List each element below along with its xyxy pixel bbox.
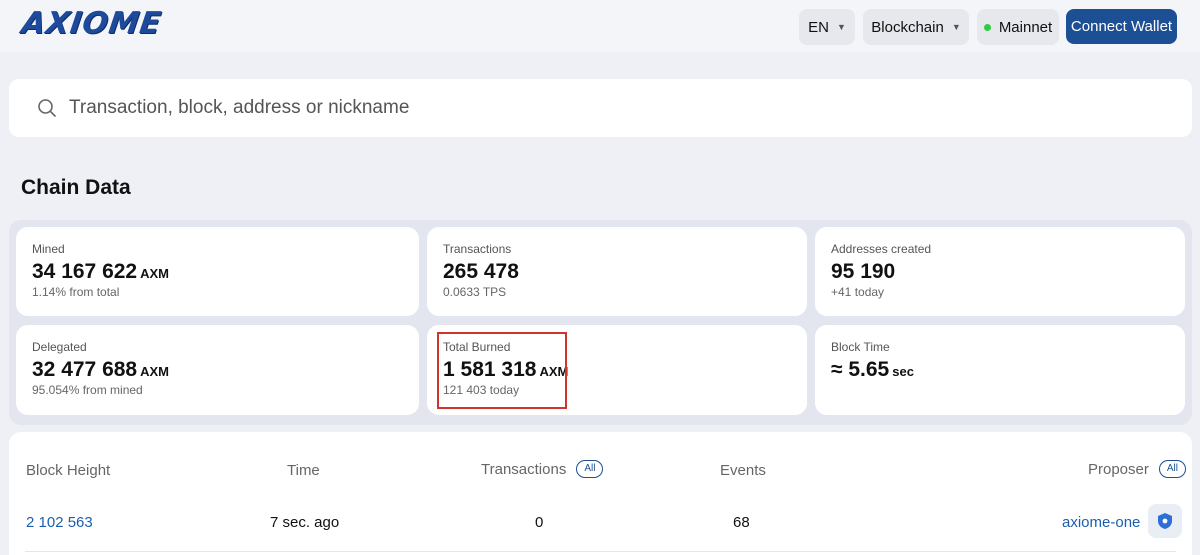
block-transactions-count: 0: [535, 514, 544, 531]
block-events-count: 68: [733, 514, 750, 531]
network-selector[interactable]: Mainnet: [977, 9, 1059, 45]
blockchain-menu[interactable]: Blockchain ▼: [863, 9, 969, 45]
stat-sub: 1.14% from total: [32, 285, 120, 299]
stat-label: Block Time: [831, 340, 890, 354]
stat-sub: 0.0633 TPS: [443, 285, 507, 299]
column-header-block-height: Block Height: [26, 462, 111, 479]
stat-sub: 95.054% from mined: [32, 383, 143, 397]
network-status-dot-icon: [983, 23, 991, 31]
stat-value: 32 477 688 AXM: [32, 358, 169, 381]
search-bar[interactable]: [9, 79, 1192, 137]
block-time: 7 sec. ago: [270, 514, 340, 531]
column-header-events: Events: [720, 462, 766, 479]
language-selector[interactable]: EN ▼: [799, 9, 855, 45]
stat-value: 95 190: [831, 260, 896, 283]
stat-value: ≈ 5.65 sec: [831, 358, 914, 381]
stat-sub: +41 today: [831, 285, 885, 299]
stat-label: Transactions: [443, 242, 512, 256]
proposer-link[interactable]: axiome-one: [1062, 514, 1140, 531]
axiome-logo[interactable]: AXIOME: [20, 6, 164, 41]
stat-label: Mined: [32, 242, 65, 256]
proposer-filter-all-button[interactable]: All: [1158, 460, 1186, 478]
stat-card-mined: Mined 34 167 622 AXM 1.14% from total: [16, 227, 419, 316]
row-divider: [25, 551, 1176, 552]
stat-value: 265 478: [443, 260, 519, 283]
transactions-filter-all-button[interactable]: All: [576, 460, 604, 478]
top-header: AXIOME EN ▼ Blockchain ▼ Mainnet Connect…: [0, 0, 1200, 52]
section-title-chain-data: Chain Data: [21, 176, 131, 199]
block-height-link[interactable]: 2 102 563: [26, 514, 93, 531]
stat-card-delegated: Delegated 32 477 688 AXM 95.054% from min…: [16, 325, 419, 415]
blocks-table: Block Height Time Transactions All Event…: [9, 432, 1192, 555]
stat-value: 34 167 622 AXM: [32, 260, 169, 283]
connect-wallet-button[interactable]: Connect Wallet: [1066, 9, 1177, 44]
column-header-proposer: Proposer All: [1088, 460, 1186, 478]
search-icon: [37, 98, 57, 118]
search-input[interactable]: [69, 97, 669, 119]
language-label: EN: [808, 18, 829, 36]
shield-icon: [1148, 504, 1182, 538]
chevron-down-icon: ▼: [836, 22, 846, 32]
stat-label: Delegated: [32, 340, 87, 354]
stat-card-block-time: Block Time ≈ 5.65 sec: [815, 325, 1185, 415]
blockchain-menu-label: Blockchain: [871, 18, 944, 36]
stat-card-transactions: Transactions 265 478 0.0633 TPS: [427, 227, 807, 316]
stat-card-addresses: Addresses created 95 190 +41 today: [815, 227, 1185, 316]
network-label: Mainnet: [998, 18, 1053, 36]
highlight-box: [437, 332, 567, 409]
column-header-time: Time: [287, 462, 320, 479]
stat-label: Addresses created: [831, 242, 932, 256]
column-header-transactions: Transactions All: [481, 460, 604, 478]
chevron-down-icon: ▼: [951, 22, 961, 32]
